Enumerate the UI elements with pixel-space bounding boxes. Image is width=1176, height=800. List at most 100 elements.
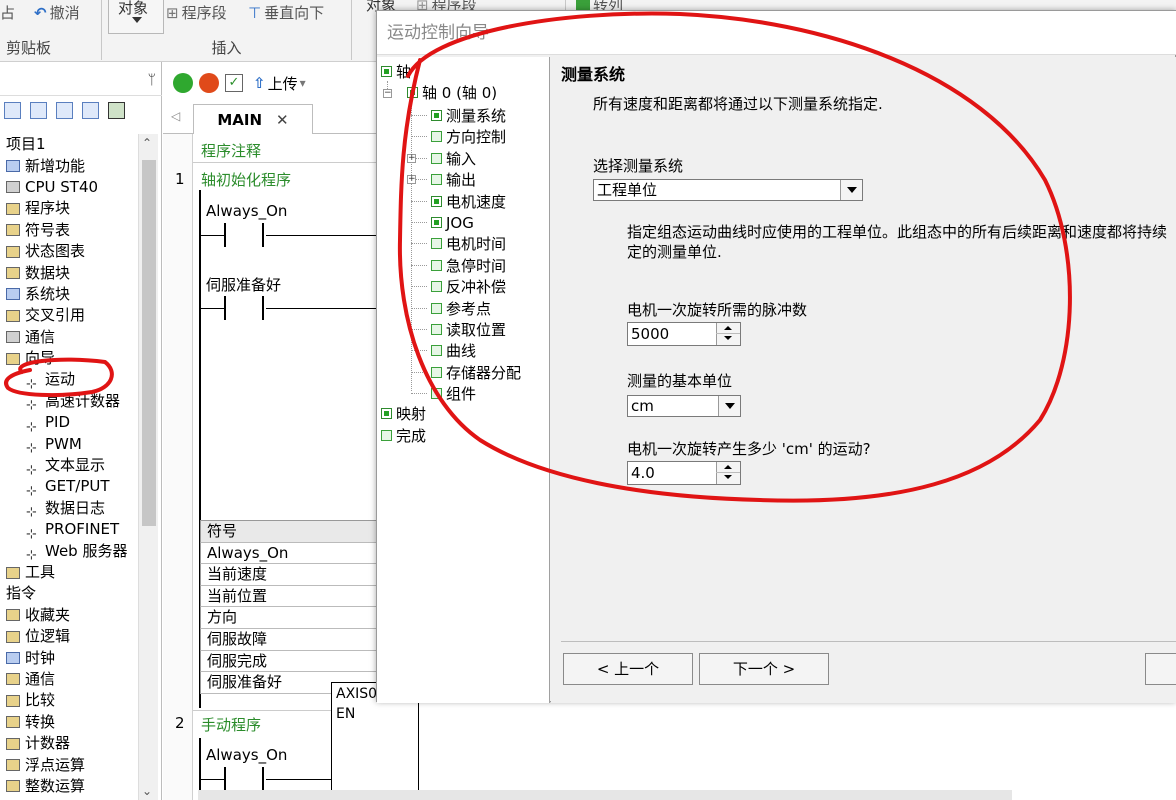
symbol-table-row[interactable]: 当前速度 bbox=[200, 564, 376, 586]
expand-icon[interactable]: + bbox=[407, 175, 416, 185]
tree-item[interactable]: 时钟 bbox=[0, 647, 160, 668]
tree-item[interactable]: 计数器 bbox=[0, 733, 160, 754]
contact-always-on-2[interactable]: Always_On bbox=[206, 746, 287, 764]
view-icon-2[interactable] bbox=[30, 102, 47, 119]
contact-symbol-2[interactable] bbox=[224, 296, 264, 320]
wizard-tree-item[interactable]: 方向控制 bbox=[431, 126, 506, 147]
contact-servo-ready[interactable]: 伺服准备好 bbox=[206, 274, 281, 295]
tree-item[interactable]: 通信 bbox=[0, 327, 160, 348]
wizard-tree-finish[interactable]: 完成 bbox=[381, 425, 426, 446]
wizard-tree-mapping[interactable]: 映射 bbox=[381, 403, 426, 424]
base-unit-select[interactable]: cm bbox=[627, 395, 741, 417]
contact-always-on[interactable]: Always_On bbox=[206, 202, 287, 220]
pin-icon[interactable]: ᛘ bbox=[148, 72, 156, 88]
scroll-up-icon[interactable]: ⌃ bbox=[142, 136, 152, 150]
wizard-tree-item[interactable]: 参考点 bbox=[431, 298, 491, 319]
tab-main[interactable]: MAIN ✕ bbox=[193, 104, 313, 134]
wizard-tree-item[interactable]: 存储器分配 bbox=[431, 362, 521, 383]
wizard-tree-item[interactable]: 反冲补偿 bbox=[431, 276, 506, 297]
wizard-tree-item[interactable]: 电机速度 bbox=[431, 191, 506, 212]
tree-item[interactable]: 浮点运算 bbox=[0, 754, 160, 775]
object-dropdown-button[interactable]: 对象 bbox=[108, 0, 164, 34]
tree-item[interactable]: 比较 bbox=[0, 690, 160, 711]
editor-horizontal-scrollbar[interactable] bbox=[198, 790, 1012, 800]
symbol-table-row[interactable]: 当前位置 bbox=[200, 585, 376, 608]
tree-item[interactable]: 指令 bbox=[0, 583, 160, 604]
tree-item[interactable]: ⊹ PWM bbox=[0, 433, 160, 457]
symbol-table-row[interactable]: Always_On bbox=[200, 542, 376, 565]
tree-item[interactable]: ⊹ 数据日志 bbox=[0, 498, 160, 521]
vertical-down-button[interactable]: ⊤ 垂直向下 bbox=[248, 2, 324, 23]
pulses-per-rev-input[interactable]: 5000 bbox=[627, 322, 741, 346]
wizard-tree-item[interactable]: 曲线 bbox=[431, 340, 476, 361]
wizard-tree-item[interactable]: 读取位置 bbox=[431, 319, 506, 340]
tree-item[interactable]: ⊹ 文本显示 bbox=[0, 455, 160, 478]
tree-item[interactable]: ⊹ Web 服务器 bbox=[0, 540, 160, 564]
wizard-tree-item[interactable]: 电机时间 bbox=[431, 233, 506, 254]
measurement-system-select[interactable]: 工程单位 bbox=[593, 179, 863, 201]
stop-icon[interactable] bbox=[199, 73, 219, 93]
symbol-table-row[interactable]: 伺服完成 bbox=[200, 650, 376, 673]
symbol-table-row[interactable]: 伺服故障 bbox=[200, 628, 376, 651]
scroll-down-icon[interactable]: ⌄ bbox=[142, 784, 152, 798]
tree-item[interactable]: 符号表 bbox=[0, 220, 160, 241]
tree-item[interactable]: ⊹ 运动 bbox=[0, 369, 160, 392]
tree-item[interactable]: 项目1 bbox=[0, 134, 160, 155]
chevron-down-icon[interactable] bbox=[840, 180, 862, 200]
tree-item[interactable]: 位逻辑 bbox=[0, 626, 160, 647]
contact-symbol-3[interactable] bbox=[224, 767, 264, 791]
tree-item[interactable]: 收藏夹 bbox=[0, 605, 160, 626]
tree-item[interactable]: ⊹ PID bbox=[0, 412, 160, 435]
prev-button[interactable]: < 上一个 bbox=[563, 653, 693, 685]
monitor-icon[interactable] bbox=[108, 102, 125, 119]
tree-item[interactable]: 新增功能 bbox=[0, 155, 160, 176]
collapse-icon[interactable]: − bbox=[383, 89, 392, 98]
wizard-tree-item[interactable]: 组件 bbox=[431, 383, 476, 404]
chevron-down-icon[interactable] bbox=[718, 396, 740, 416]
tree-item[interactable]: 程序块 bbox=[0, 198, 160, 219]
wizard-tree-item[interactable]: 测量系统 bbox=[431, 105, 506, 126]
view-icon-4[interactable] bbox=[82, 102, 99, 119]
insert-program-segment-button[interactable]: ⊞ 程序段 bbox=[166, 2, 227, 23]
tree-item[interactable]: 交叉引用 bbox=[0, 305, 160, 326]
tree-item[interactable]: 系统块 bbox=[0, 284, 160, 305]
undo-button[interactable]: ↶ 撤消 bbox=[34, 2, 80, 23]
tree-item[interactable]: 转换 bbox=[0, 712, 160, 733]
tab-scroll-left-icon[interactable]: ◁ bbox=[171, 109, 180, 123]
wizard-tree-axis0[interactable]: 轴 0 (轴 0) bbox=[407, 82, 497, 103]
symbol-table-row[interactable]: 方向 bbox=[200, 607, 376, 629]
wizard-tree-item[interactable]: 输出 bbox=[431, 169, 476, 190]
rung2-title[interactable]: 手动程序 bbox=[201, 714, 261, 735]
tree-item[interactable]: CPU ST40 bbox=[0, 177, 160, 198]
project-tree-scrollbar[interactable]: ⌃ ⌄ bbox=[138, 134, 158, 800]
upload-button[interactable]: ⇧ 上传 ▾ bbox=[253, 73, 306, 94]
next-button[interactable]: 下一个 > bbox=[699, 653, 829, 685]
wizard-tree-item[interactable]: 输入 bbox=[431, 148, 476, 169]
tree-item[interactable]: 工具 bbox=[0, 562, 160, 583]
spin-stepper[interactable] bbox=[716, 462, 740, 484]
rung1-title[interactable]: 轴初始化程序 bbox=[201, 169, 291, 190]
tree-item[interactable]: 通信 bbox=[0, 669, 160, 690]
spin-stepper[interactable] bbox=[716, 323, 740, 345]
wizard-tree-axis-root[interactable]: 轴 bbox=[381, 61, 411, 82]
run-icon[interactable] bbox=[173, 73, 193, 93]
compile-icon[interactable]: ✓ bbox=[225, 74, 243, 92]
view-icon-3[interactable] bbox=[56, 102, 73, 119]
scrollbar-thumb[interactable] bbox=[142, 160, 156, 526]
tree-item[interactable]: ⊹ PROFINET bbox=[0, 519, 160, 542]
contact-symbol-1[interactable] bbox=[224, 223, 264, 247]
view-icon-1[interactable] bbox=[4, 102, 21, 119]
tree-item[interactable]: 向导 bbox=[0, 348, 160, 369]
distance-per-rev-input[interactable]: 4.0 bbox=[627, 461, 741, 485]
tree-item[interactable]: ⊹ 高速计数器 bbox=[0, 391, 160, 414]
partial-dialog-button[interactable] bbox=[1145, 653, 1176, 685]
tree-item[interactable]: 数据块 bbox=[0, 262, 160, 283]
tree-item[interactable]: 整数运算 bbox=[0, 776, 160, 797]
tree-item[interactable]: ⊹ GET/PUT bbox=[0, 476, 160, 499]
expand-icon[interactable]: + bbox=[407, 153, 416, 163]
close-icon[interactable]: ✕ bbox=[276, 111, 289, 129]
wizard-tree-item[interactable]: JOG bbox=[431, 212, 474, 233]
program-comment[interactable]: 程序注释 bbox=[201, 140, 261, 161]
wizard-tree-item[interactable]: 急停时间 bbox=[431, 255, 506, 276]
tree-item[interactable]: 状态图表 bbox=[0, 241, 160, 262]
